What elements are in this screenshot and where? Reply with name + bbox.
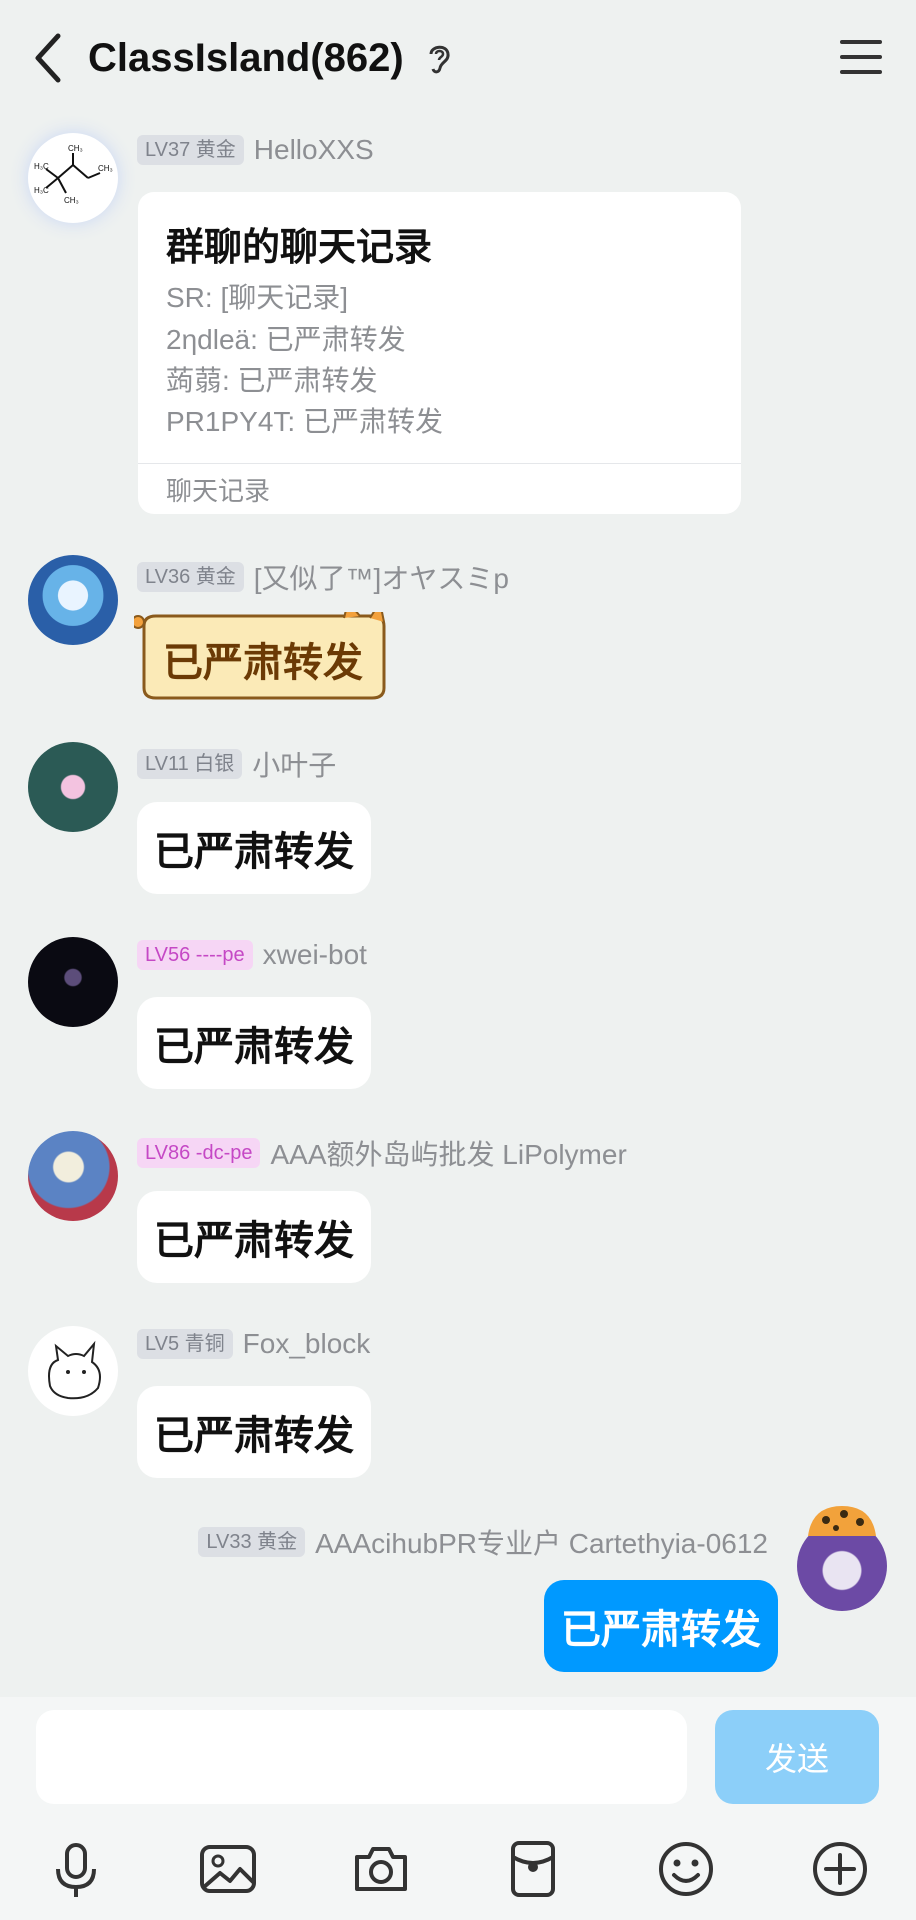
emoji-icon[interactable] (656, 1839, 716, 1899)
composer-toolbar (0, 1819, 916, 1920)
svg-text:H₃C: H₃C (34, 162, 49, 171)
avatar[interactable] (28, 1131, 118, 1221)
username[interactable]: AAA额外岛屿批发 LiPolymer (270, 1133, 626, 1173)
level-badge: LV33 黄金 (198, 1527, 306, 1557)
image-icon[interactable] (198, 1839, 258, 1899)
sender-info: LV37 黄金 HelloXXS (137, 134, 374, 166)
svg-text:CH₃: CH₃ (68, 144, 83, 153)
level-badge: LV56 ----pe (137, 940, 253, 970)
chat-header: ClassIsland(862) (0, 0, 916, 115)
username[interactable]: Fox_block (243, 1328, 371, 1360)
card-title: 群聊的聊天记录 (166, 227, 433, 269)
sender-info: LV56 ----pe xwei-bot (137, 939, 367, 971)
sender-info: LV11 白银 小叶子 (137, 744, 336, 784)
chat-title[interactable]: ClassIsland(862) (88, 28, 404, 88)
username[interactable]: xwei-bot (263, 939, 367, 971)
mic-icon[interactable] (46, 1839, 106, 1899)
avatar[interactable] (28, 555, 118, 645)
sender-info: LV36 黄金 [又似了™]オヤスミp (137, 557, 509, 597)
send-button[interactable]: 发送 (715, 1710, 879, 1804)
username[interactable]: AAAcihubPR专业户 Cartethyia-0612 (315, 1522, 768, 1562)
card-line: PR1PY4T: 已严肃转发 (166, 406, 443, 437)
red-packet-icon[interactable] (503, 1839, 563, 1899)
level-badge: LV86 -dc-pe (137, 1138, 261, 1168)
card-line: 蒟蒻: 已严肃转发 (166, 365, 378, 396)
level-badge: LV5 青铜 (137, 1329, 233, 1359)
sender-info: LV5 青铜 Fox_block (137, 1328, 370, 1360)
plus-icon[interactable] (810, 1839, 870, 1899)
leopard-hat-icon (808, 1506, 876, 1536)
card-footer: 聊天记录 (166, 476, 271, 506)
card-divider (138, 463, 741, 464)
sender-info: LV33 黄金 AAAcihubPR专业户 Cartethyia-0612 (198, 1522, 768, 1562)
svg-text:H₃C: H₃C (34, 186, 49, 195)
camera-icon[interactable] (351, 1839, 411, 1899)
username[interactable]: HelloXXS (254, 134, 374, 166)
message-bubble[interactable]: 已严肃转发 (544, 1580, 778, 1672)
avatar[interactable] (28, 937, 118, 1027)
username[interactable]: [又似了™]オヤスミp (254, 557, 509, 597)
level-badge: LV11 白银 (137, 749, 243, 779)
card-line: 2ηdleä: 已严肃转发 (166, 324, 406, 355)
ear-icon (429, 45, 450, 74)
message-bubble[interactable]: 已严肃转发 (137, 997, 371, 1089)
svg-text:CH₃: CH₃ (64, 196, 79, 205)
message-bubble[interactable]: 已严肃转发 (137, 802, 371, 894)
fox-drawing-icon (48, 1340, 101, 1400)
avatar[interactable]: H₃C H₃C CH₃ CH₃ CH₃ (28, 133, 118, 223)
message-input[interactable] (36, 1710, 687, 1804)
level-badge: LV37 黄金 (137, 135, 244, 165)
avatar[interactable] (28, 742, 118, 832)
svg-text:CH₃: CH₃ (98, 164, 113, 173)
menu-icon[interactable] (840, 38, 882, 76)
avatar[interactable] (28, 1326, 118, 1416)
username[interactable]: 小叶子 (252, 744, 336, 784)
back-icon[interactable] (30, 30, 70, 86)
message-bubble[interactable]: 已严肃转发 (134, 612, 392, 706)
sender-info: LV86 -dc-pe AAA额外岛屿批发 LiPolymer (137, 1133, 627, 1173)
composer: 发送 (0, 1697, 916, 1819)
message-bubble[interactable]: 已严肃转发 (137, 1386, 371, 1478)
level-badge: LV36 黄金 (137, 562, 244, 592)
molecule-icon: H₃C H₃C CH₃ CH₃ CH₃ (34, 144, 113, 205)
message-bubble[interactable]: 已严肃转发 (137, 1191, 371, 1283)
chat-record-card[interactable]: 群聊的聊天记录 SR: [聊天记录] 2ηdleä: 已严肃转发 蒟蒻: 已严肃… (138, 192, 741, 514)
card-line: SR: [聊天记录] (166, 282, 349, 313)
